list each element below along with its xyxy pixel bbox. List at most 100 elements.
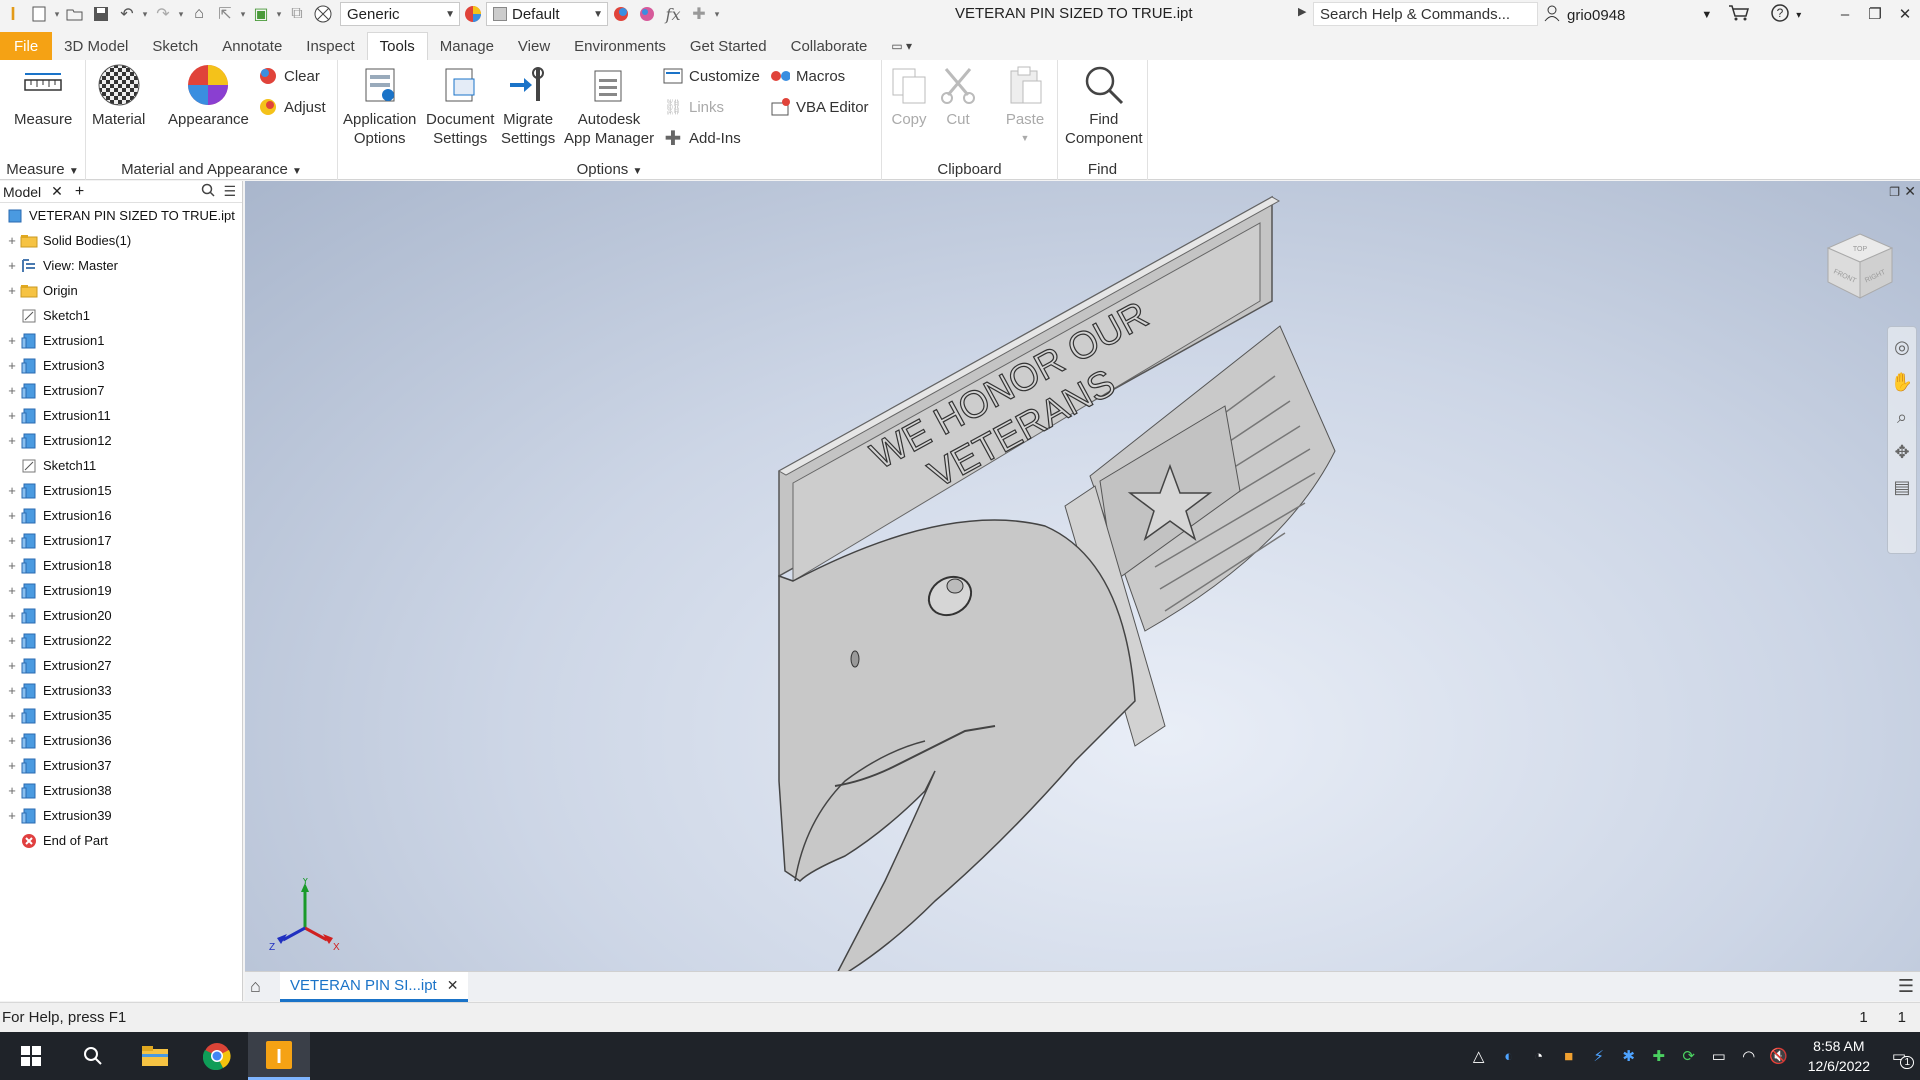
group-label-material-appearance[interactable]: Material and Appearance ▼ (86, 161, 337, 178)
viewport-close-icon[interactable]: ✕ (1904, 183, 1916, 200)
tree-item[interactable]: Sketch11 (0, 453, 242, 478)
plus-icon[interactable]: ✚ (686, 2, 712, 26)
tree-item[interactable]: + Extrusion22 (0, 628, 242, 653)
refresh-tray-icon[interactable]: ⟳ (1678, 1045, 1700, 1067)
chrome-icon[interactable] (186, 1032, 248, 1080)
autodesk-tray-icon[interactable]: ◐ (1498, 1045, 1520, 1067)
bluetooth-icon[interactable]: ✱ (1618, 1045, 1640, 1067)
menu-icon[interactable]: ☰ (223, 183, 236, 200)
orbit-icon[interactable]: ✥ (1894, 442, 1909, 463)
adjust-button[interactable]: Adjust (258, 97, 326, 117)
expand-plus-icon[interactable]: + (4, 358, 20, 373)
help-dropdown-icon[interactable]: ▾ (1796, 10, 1801, 21)
expand-plus-icon[interactable]: + (4, 333, 20, 348)
expand-plus-icon[interactable]: + (4, 683, 20, 698)
measure-qat-icon[interactable]: ⧉ (284, 2, 310, 26)
measure-button[interactable]: Measure (14, 64, 72, 129)
look-at-icon[interactable]: ▤ (1893, 477, 1910, 498)
tree-item[interactable]: + Extrusion39 (0, 803, 242, 828)
expand-plus-icon[interactable]: + (4, 608, 20, 623)
expand-plus-icon[interactable]: + (4, 583, 20, 598)
close-icon[interactable]: ✕ (1890, 0, 1920, 28)
material-combo[interactable]: Generic ▼ (340, 2, 460, 26)
expand-plus-icon[interactable]: + (4, 658, 20, 673)
viewcube[interactable]: TOP FRONT RIGHT (1820, 226, 1900, 306)
file-explorer-icon[interactable] (124, 1032, 186, 1080)
tab-inspect[interactable]: Inspect (294, 32, 366, 60)
graphics-viewport[interactable]: WE HONOR OUR VETERANS TOP FRONT RIGHT ❐ … (245, 181, 1920, 971)
clock[interactable]: 8:58 AM 12/6/2022 (1808, 1036, 1870, 1076)
tab-manage[interactable]: Manage (428, 32, 506, 60)
new-file-icon[interactable] (26, 2, 52, 26)
close-icon[interactable]: ✕ (447, 977, 459, 994)
taskbar-search-icon[interactable] (62, 1032, 124, 1080)
fx-icon[interactable]: fx (660, 2, 686, 26)
expand-plus-icon[interactable]: + (4, 283, 20, 298)
tree-item[interactable]: + Extrusion33 (0, 678, 242, 703)
tree-item[interactable]: + View: Master (0, 253, 242, 278)
tree-item[interactable]: + Extrusion16 (0, 503, 242, 528)
tree-item[interactable]: + Extrusion11 (0, 403, 242, 428)
ribbon-display-options-icon[interactable]: ▭ ▾ (879, 32, 924, 60)
minimize-icon[interactable]: – (1830, 0, 1860, 28)
tree-item[interactable]: + Extrusion19 (0, 578, 242, 603)
tree-item[interactable]: + Extrusion18 (0, 553, 242, 578)
expand-plus-icon[interactable]: + (4, 808, 20, 823)
menu-icon[interactable]: ☰ (1898, 976, 1914, 997)
add-ins-button[interactable]: ✚ Add-Ins (663, 128, 741, 150)
tree-item[interactable]: Sketch1 (0, 303, 242, 328)
app-tray-icon[interactable]: ✚ (1648, 1045, 1670, 1067)
group-label-options[interactable]: Options ▼ (338, 161, 881, 178)
expand-plus-icon[interactable]: + (4, 508, 20, 523)
save-icon[interactable] (88, 2, 114, 26)
clear-qat-icon[interactable] (634, 2, 660, 26)
application-options-button[interactable]: Application Options (343, 64, 416, 148)
group-label-measure[interactable]: Measure ▼ (0, 161, 85, 178)
windows-start-icon[interactable] (0, 1032, 62, 1080)
appearance-button[interactable]: Appearance (168, 64, 249, 129)
undo-dropdown-icon[interactable]: ▾ (140, 9, 150, 20)
expand-plus-icon[interactable]: + (4, 633, 20, 648)
macros-button[interactable]: Macros (770, 66, 845, 86)
wifi-icon[interactable]: ◠ (1738, 1045, 1760, 1067)
tab-collaborate[interactable]: Collaborate (779, 32, 880, 60)
search-input[interactable]: Search Help & Commands... (1313, 2, 1538, 26)
expand-plus-icon[interactable]: + (4, 433, 20, 448)
close-icon[interactable]: ✕ (51, 183, 63, 200)
expand-plus-icon[interactable]: + (4, 233, 20, 248)
tree-item[interactable]: End of Part (0, 828, 242, 853)
model-3d-view[interactable]: WE HONOR OUR VETERANS (245, 181, 1920, 971)
tree-item[interactable]: + Extrusion27 (0, 653, 242, 678)
power-app-icon[interactable]: ⚡ (1588, 1045, 1610, 1067)
expand-arrow-icon[interactable]: ▶ (1298, 5, 1306, 18)
home-tab-icon[interactable]: ⌂ (250, 976, 261, 997)
tree-item[interactable]: + Solid Bodies(1) (0, 228, 242, 253)
material-qat-icon[interactable] (310, 2, 336, 26)
tree-item[interactable]: + Extrusion1 (0, 328, 242, 353)
expand-plus-icon[interactable]: + (4, 783, 20, 798)
app-manager-button[interactable]: Autodesk App Manager (564, 64, 654, 148)
new-dropdown-icon[interactable]: ▾ (52, 9, 62, 20)
tree-item[interactable]: VETERAN PIN SIZED TO TRUE.ipt (0, 203, 242, 228)
clear-button[interactable]: Clear (258, 66, 320, 86)
expand-plus-icon[interactable]: + (4, 533, 20, 548)
tab-view[interactable]: View (506, 32, 562, 60)
tree-item[interactable]: + Extrusion20 (0, 603, 242, 628)
home-icon[interactable]: ⌂ (186, 2, 212, 26)
document-settings-button[interactable]: Document Settings (426, 64, 494, 148)
viewport-restore-icon[interactable]: ❐ (1889, 185, 1900, 199)
tab-3d-model[interactable]: 3D Model (52, 32, 140, 60)
vba-editor-button[interactable]: VBA Editor (770, 97, 869, 117)
expand-plus-icon[interactable]: + (4, 408, 20, 423)
tree-item[interactable]: + Extrusion36 (0, 728, 242, 753)
volume-muted-icon[interactable]: 🔇 (1768, 1045, 1790, 1067)
tab-environments[interactable]: Environments (562, 32, 678, 60)
search-icon[interactable] (201, 183, 215, 200)
tab-sketch[interactable]: Sketch (140, 32, 210, 60)
expand-plus-icon[interactable]: + (4, 558, 20, 573)
help-icon[interactable]: ? (1770, 3, 1790, 27)
zoom-icon[interactable]: ⌕ (1897, 407, 1907, 428)
customize-qat-dropdown-icon[interactable]: ▾ (712, 9, 722, 20)
tree-item[interactable]: + Extrusion7 (0, 378, 242, 403)
tree-item[interactable]: + Extrusion3 (0, 353, 242, 378)
